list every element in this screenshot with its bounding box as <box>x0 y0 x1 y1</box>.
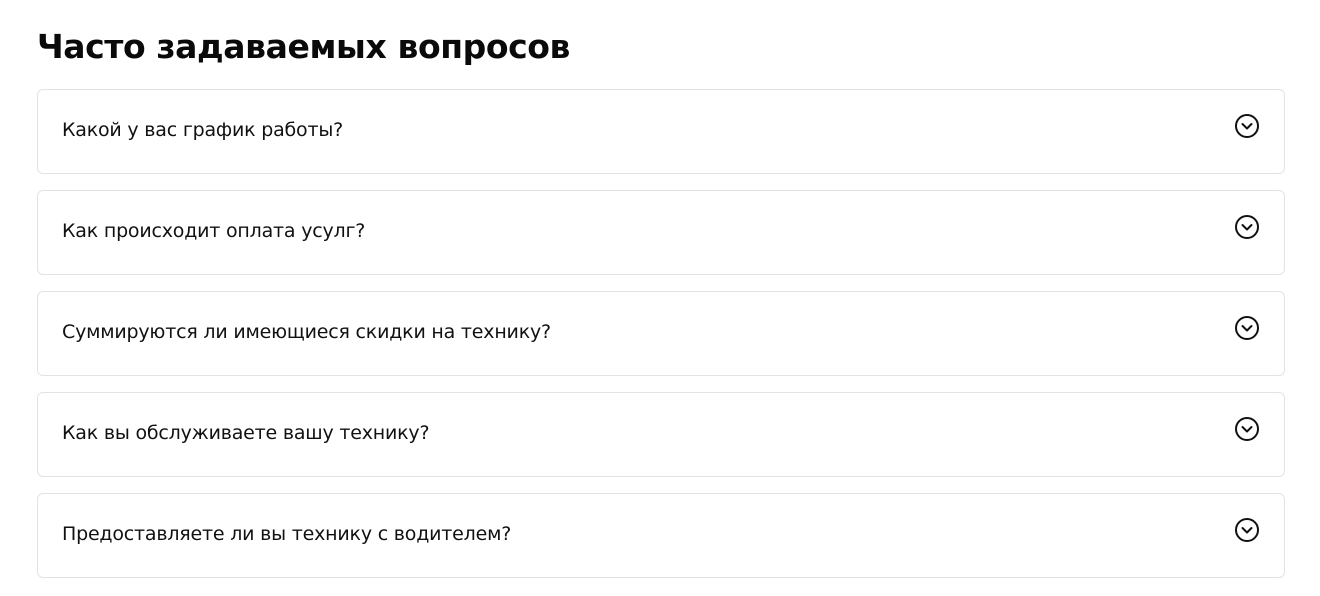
faq-item[interactable]: Предоставляете ли вы технику с водителем… <box>37 493 1285 578</box>
faq-item[interactable]: Суммируются ли имеющиеся скидки на техни… <box>37 291 1285 376</box>
faq-item[interactable]: Как происходит оплата усулг? <box>37 190 1285 275</box>
chevron-down-circle-icon[interactable] <box>1234 416 1260 442</box>
chevron-down-circle-icon[interactable] <box>1234 113 1260 139</box>
faq-section: Часто задаваемых вопросов Какой у вас гр… <box>37 22 1285 594</box>
faq-item[interactable]: Какой у вас график работы? <box>37 89 1285 174</box>
faq-item[interactable]: Как вы обслуживаете вашу технику? <box>37 392 1285 477</box>
faq-title: Часто задаваемых вопросов <box>37 27 571 66</box>
faq-question: Суммируются ли имеющиеся скидки на техни… <box>62 320 551 343</box>
chevron-down-circle-icon[interactable] <box>1234 315 1260 341</box>
faq-question: Какой у вас график работы? <box>62 118 344 141</box>
faq-list: Какой у вас график работы? Как происходи… <box>37 89 1285 578</box>
faq-question: Как вы обслуживаете вашу технику? <box>62 421 430 444</box>
faq-question: Как происходит оплата усулг? <box>62 219 366 242</box>
chevron-down-circle-icon[interactable] <box>1234 214 1260 240</box>
faq-question: Предоставляете ли вы технику с водителем… <box>62 522 512 545</box>
chevron-down-circle-icon[interactable] <box>1234 517 1260 543</box>
